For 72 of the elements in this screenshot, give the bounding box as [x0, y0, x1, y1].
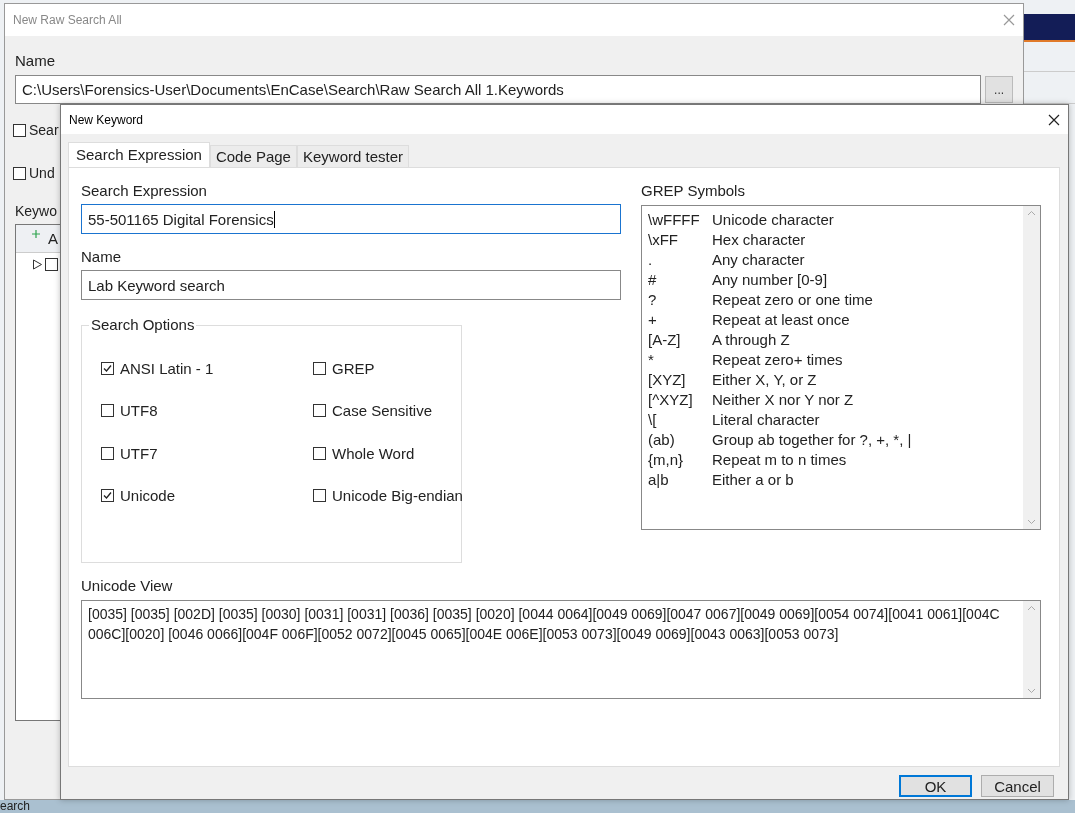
description-text: Group ab together for ?, +, *, |: [712, 430, 912, 448]
symbol-text: [^XYZ]: [648, 390, 694, 408]
checkbox-label: UTF8: [120, 402, 158, 419]
symbol-text: \wFFFF: [648, 210, 701, 228]
description-text: Repeat zero or one time: [712, 290, 873, 308]
app-header-bar: [1023, 14, 1075, 42]
symbol-text: [XYZ]: [648, 370, 687, 388]
field-label: GREP Symbols: [641, 182, 746, 199]
checkbox-label: GREP: [332, 359, 375, 377]
path-field[interactable]: C:\Users\Forensics-User\Documents\EnCase\Search\Raw Search All 1.Keywords: [15, 75, 982, 104]
checkbox[interactable]: [101, 446, 114, 460]
section-label: Keywo: [15, 203, 58, 219]
field-label: Name: [15, 52, 55, 69]
description-text: Any number [0-9]: [712, 270, 828, 288]
checkbox[interactable]: [313, 361, 326, 375]
checkbox-label: Sear: [29, 122, 59, 138]
dialog-button[interactable]: Cancel: [981, 775, 1054, 797]
symbol-text: .: [648, 250, 654, 268]
symbol-text: \xFF: [648, 230, 679, 248]
checkbox-label: Unicode: [120, 487, 176, 504]
description-text: Neither X nor Y nor Z: [712, 390, 854, 408]
description-text: Repeat zero+ times: [712, 350, 843, 368]
field-label: Name: [81, 248, 122, 265]
window-title: New Keyword: [69, 112, 144, 127]
symbol-text: (ab): [648, 430, 676, 448]
checkbox-label: UTF7: [120, 444, 158, 462]
symbol-text: +: [648, 310, 658, 328]
tab[interactable]: Code Page: [209, 145, 297, 167]
description-text: Either a or b: [712, 470, 794, 488]
checkbox[interactable]: [101, 404, 114, 417]
symbol-text: *: [648, 350, 655, 368]
name-field[interactable]: Lab Keyword search: [81, 270, 621, 300]
field-label: Unicode View: [81, 577, 174, 594]
checkbox-label: ANSI Latin - 1: [120, 359, 214, 377]
field-label: Search Expression: [81, 182, 208, 199]
symbol-text: \[: [648, 410, 658, 428]
checkbox[interactable]: [101, 489, 114, 502]
checkbox-label: Case Sensitive: [332, 402, 433, 419]
search-expression-field[interactable]: 55-501165 Digital Forensics: [81, 204, 621, 234]
checkbox-label: Unicode Big-endian: [332, 487, 463, 504]
group-title: Search Options: [89, 316, 197, 333]
description-text: Repeat m to n times: [712, 450, 847, 468]
checkbox[interactable]: [313, 489, 326, 502]
status-text: earch: [0, 800, 31, 813]
description-text: Literal character: [712, 410, 820, 428]
symbol-text: ?: [648, 290, 658, 308]
checkbox-label: Whole Word: [332, 444, 415, 462]
checkbox-label: Und: [29, 165, 55, 181]
checkbox[interactable]: [13, 166, 26, 180]
symbol-text: [A-Z]: [648, 330, 682, 348]
checkbox[interactable]: [45, 257, 58, 271]
symbol-text: a|b: [648, 470, 670, 488]
checkbox[interactable]: [13, 123, 26, 137]
description-text: Unicode character: [712, 210, 834, 228]
description-text: Hex character: [712, 230, 806, 248]
tab[interactable]: Search Expression: [68, 142, 210, 167]
symbol-text: #: [648, 270, 658, 288]
description-text: Repeat at least once: [712, 310, 850, 328]
close-icon[interactable]: [1048, 113, 1060, 126]
tab[interactable]: Keyword tester: [296, 145, 409, 167]
description-text: Either X, Y, or Z: [712, 370, 817, 388]
checkbox[interactable]: [313, 404, 326, 417]
window-title: New Raw Search All: [13, 13, 122, 27]
column-header[interactable]: A: [48, 230, 58, 247]
expand-icon[interactable]: [32, 258, 43, 270]
description-text: A through Z: [712, 330, 790, 348]
description-text: Any character: [712, 250, 805, 268]
checkbox[interactable]: [101, 361, 114, 375]
browse-button[interactable]: ...: [985, 76, 1013, 103]
symbol-text: {m,n}: [648, 450, 685, 468]
checkbox[interactable]: [313, 446, 326, 460]
dialog-button[interactable]: OK: [899, 775, 972, 797]
